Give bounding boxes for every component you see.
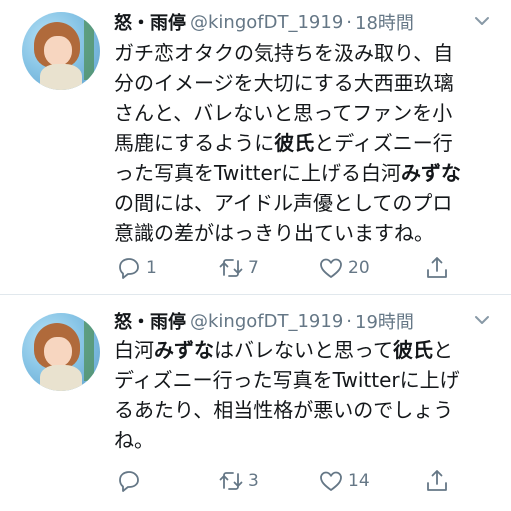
- bold-keyword: 彼氏: [274, 131, 315, 155]
- retweet-icon: [219, 472, 243, 490]
- display-name[interactable]: 怒・雨停: [114, 9, 186, 35]
- tweet-text: ガチ恋オタクの気持ちを汲み取り、自 分のイメージを大切にする大西亜玖璃 さんと、…: [114, 38, 504, 248]
- share-icon: [427, 257, 447, 278]
- separator-dot: ·: [346, 11, 353, 33]
- reply-icon: [119, 471, 139, 492]
- tweet-header: 怒・雨停 @kingofDT_1919 · 19時間: [114, 309, 495, 333]
- avatar-body: [40, 64, 82, 90]
- tweet-2[interactable]: 怒・雨停 @kingofDT_1919 · 19時間 白河みずなはバレないと思っ…: [0, 294, 511, 511]
- tweet-line: さんと、バレないと思ってファンを小: [114, 101, 453, 125]
- retweet-count: 3: [248, 471, 259, 491]
- chevron-down-icon[interactable]: [473, 12, 491, 30]
- avatar[interactable]: [22, 12, 100, 90]
- tweet-line: るあたり、相当性格が悪いのでしょう: [114, 398, 454, 422]
- retweet-icon: [219, 259, 243, 277]
- tweet-line: 分のイメージを大切にする大西亜玖璃: [114, 71, 454, 95]
- tweet-header: 怒・雨停 @kingofDT_1919 · 18時間: [114, 10, 495, 34]
- tweet-text: 白河みずなはバレないと思って彼氏と ディズニー行った写真をTwitterに上げ …: [114, 335, 504, 455]
- bold-keyword: 彼氏: [393, 338, 433, 362]
- display-name[interactable]: 怒・雨停: [114, 308, 186, 334]
- share-icon: [427, 470, 447, 491]
- bold-keyword: みずな: [401, 161, 462, 185]
- reply-count: 1: [146, 258, 157, 278]
- like-count: 14: [348, 471, 370, 491]
- avatar-face: [44, 337, 72, 367]
- user-handle[interactable]: @kingofDT_1919: [190, 12, 343, 33]
- bold-keyword: みずな: [154, 338, 214, 362]
- reply-button[interactable]: [116, 465, 146, 497]
- share-button[interactable]: [424, 252, 450, 284]
- tweet-line: ガチ恋オタクの気持ちを汲み取り、自: [114, 41, 454, 65]
- tweet-line: ね。: [114, 428, 154, 452]
- like-count: 20: [348, 258, 370, 278]
- share-button[interactable]: [424, 465, 450, 497]
- tweet-line: 馬鹿にするように彼氏とディズニー行: [114, 131, 453, 155]
- tweet-line: った写真をTwitterに上げる白河みずな: [114, 161, 462, 185]
- timestamp[interactable]: 18時間: [355, 9, 414, 35]
- retweet-button[interactable]: 7: [218, 252, 259, 284]
- action-bar: 3 14: [114, 465, 464, 497]
- reply-icon: [119, 258, 139, 279]
- chevron-down-icon[interactable]: [473, 311, 491, 329]
- like-button[interactable]: 14: [318, 465, 370, 497]
- action-bar: 1 7 20: [114, 252, 464, 284]
- like-icon: [320, 258, 342, 278]
- tweet-line: ディズニー行った写真をTwitterに上げ: [114, 368, 460, 392]
- avatar-face: [44, 36, 72, 66]
- user-handle[interactable]: @kingofDT_1919: [190, 311, 343, 332]
- like-icon: [320, 471, 342, 491]
- avatar-background: [84, 20, 94, 80]
- avatar-background: [84, 321, 94, 381]
- tweet-line: 意識の差がはっきり出ていますね。: [114, 221, 434, 245]
- tweet-1[interactable]: 怒・雨停 @kingofDT_1919 · 18時間 ガチ恋オタクの気持ちを汲み…: [0, 0, 511, 294]
- retweet-button[interactable]: 3: [218, 465, 259, 497]
- reply-button[interactable]: 1: [116, 252, 157, 284]
- avatar[interactable]: [22, 313, 100, 391]
- tweet-line: の間には、アイドル声優としてのプロ: [114, 191, 453, 215]
- retweet-count: 7: [248, 258, 259, 278]
- avatar-body: [40, 365, 82, 391]
- timestamp[interactable]: 19時間: [355, 308, 414, 334]
- tweet-line: 白河みずなはバレないと思って彼氏と: [114, 338, 453, 362]
- like-button[interactable]: 20: [318, 252, 370, 284]
- separator-dot: ·: [346, 310, 353, 332]
